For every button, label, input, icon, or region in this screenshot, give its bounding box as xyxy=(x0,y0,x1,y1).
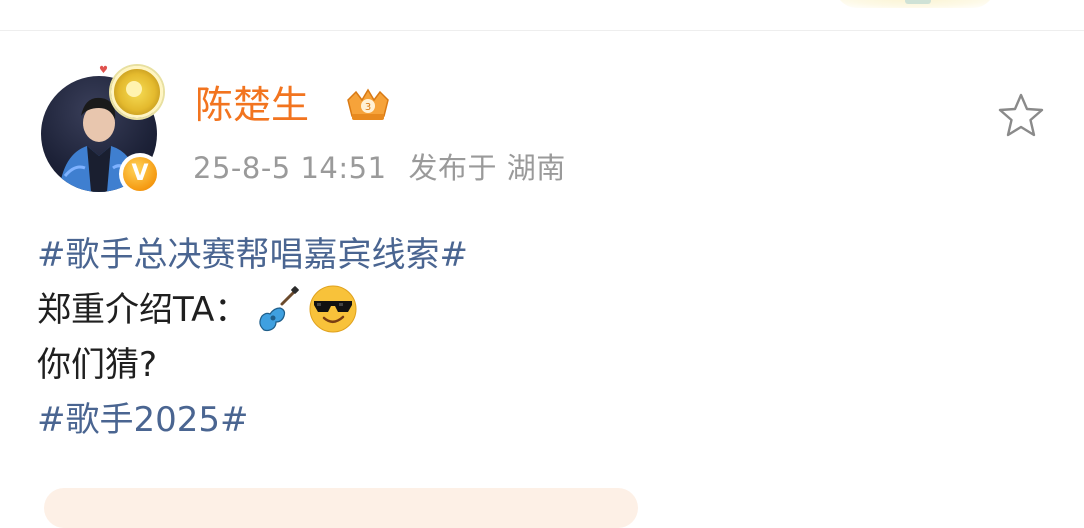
hashtag-link[interactable]: #歌手2025# xyxy=(37,400,249,440)
verified-icon: V xyxy=(123,157,157,191)
author-name[interactable]: 陈楚生 xyxy=(195,80,309,130)
post-line-1: #歌手总决赛帮唱嘉宾线索# xyxy=(37,228,468,283)
post-location: 发布于 湖南 xyxy=(408,151,566,185)
post-text: 郑重介绍TA： xyxy=(37,290,249,330)
crown-badge-icon: 3 xyxy=(347,88,389,120)
guitar-icon xyxy=(259,285,300,331)
verified-badge: V xyxy=(119,153,161,195)
svg-text:3: 3 xyxy=(365,102,371,113)
heart-icon: ♥ xyxy=(99,65,108,76)
post-line-2: 郑重介绍TA： xyxy=(37,283,468,338)
previous-post-icon xyxy=(905,0,931,4)
post-timestamp: 25-8-5 14:51 xyxy=(193,151,387,185)
author-avatar-wrap[interactable]: ♥ V xyxy=(41,66,163,195)
post-content: #歌手总决赛帮唱嘉宾线索# 郑重介绍TA： 你们猜? #歌手2025# xyxy=(37,228,468,448)
post-line-3: 你们猜? xyxy=(37,338,468,393)
previous-post-edge xyxy=(0,0,1084,31)
post-meta: 25-8-5 14:51 发布于 湖南 xyxy=(193,148,566,188)
hashtag-link[interactable]: #歌手总决赛帮唱嘉宾线索# xyxy=(37,235,468,275)
star-outline-icon[interactable] xyxy=(996,92,1046,138)
post-text: 你们猜? xyxy=(37,345,158,385)
post-line-4: #歌手2025# xyxy=(37,393,468,448)
avatar-frame-medal-icon xyxy=(111,66,163,118)
link-card[interactable] xyxy=(44,488,638,528)
cool-face-icon xyxy=(309,285,357,332)
